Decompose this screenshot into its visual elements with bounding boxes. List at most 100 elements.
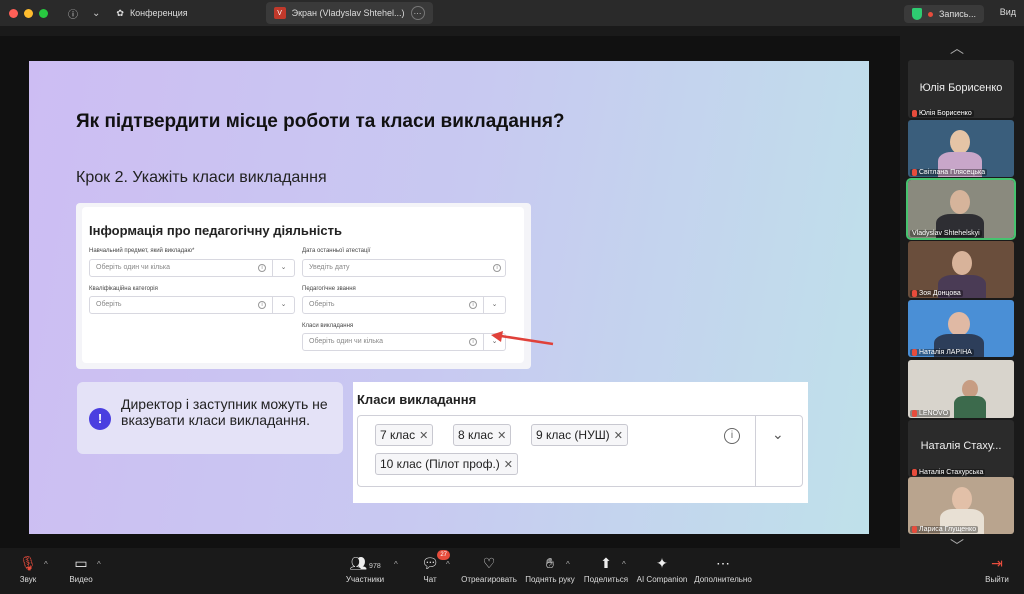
share-button[interactable]: ⬆︎ Поделиться	[583, 554, 629, 584]
chevron-up-icon[interactable]: ^	[566, 560, 570, 569]
chip-label: 7 клас	[380, 428, 416, 442]
category-label: Кваліфікаційна категорія	[89, 286, 158, 292]
camera-icon: ▭	[74, 555, 88, 571]
meeting-toolbar: 🎙︎ Звук ^ ▭ Видео ^ 👥︎ 978 Участники ^ 💬︎…	[0, 548, 1024, 594]
video-face	[948, 312, 970, 336]
recording-indicator[interactable]: Запись...	[903, 5, 984, 23]
mic-off-icon	[912, 469, 917, 476]
participant-tile[interactable]: Наталія Стаху... Наталія Стахурська	[908, 420, 1014, 477]
participant-name: Світлана Плясецька	[919, 169, 986, 176]
audio-button[interactable]: 🎙︎ Звук	[14, 554, 42, 584]
participant-label: Юлія Борисенко	[910, 110, 974, 117]
participants-count: 978	[369, 563, 381, 570]
attestation-label: Дата останньої атестації	[302, 248, 371, 254]
more-icon: ⋯	[716, 555, 730, 571]
leave-button[interactable]: ⇥ Выйти	[984, 554, 1010, 584]
participant-tile[interactable]: Лариса Глущенко	[908, 477, 1014, 534]
raise-hand-label: Поднять руку	[525, 575, 575, 584]
react-button[interactable]: ♡ Отреагировать	[460, 554, 518, 584]
chevron-up-icon[interactable]: ^	[622, 560, 626, 569]
slide-step: Крок 2. Укажіть класи викладання	[76, 169, 327, 186]
participant-tile[interactable]: Юлія Борисенко Юлія Борисенко	[908, 60, 1014, 118]
form-screenshot: Інформація про педагогічну діяльність На…	[76, 203, 531, 369]
ai-label: AI Companion	[636, 575, 688, 584]
chevron-up-icon[interactable]: ^	[44, 560, 48, 569]
video-button[interactable]: ▭ Видео	[64, 554, 98, 584]
participant-label: Зоя Донцова	[910, 290, 963, 297]
info-note: ! Директор і заступник можуть не вказува…	[77, 382, 343, 454]
video-face	[952, 251, 972, 275]
more-label: Дополнительно	[694, 575, 752, 584]
chevron-up-icon[interactable]: ^	[446, 560, 450, 569]
red-arrow-icon	[491, 331, 554, 346]
divider	[755, 416, 756, 486]
chevron-up-icon[interactable]: ︿	[950, 38, 964, 58]
attestation-placeholder: Уведіть дату	[309, 264, 350, 271]
mic-off-icon	[912, 526, 917, 533]
participant-label: Світлана Плясецька	[910, 169, 988, 176]
participant-tile[interactable]: Зоя Донцова	[908, 241, 1014, 298]
ai-companion-button[interactable]: ✦ AI Companion	[636, 554, 688, 584]
classes-multiselect: 7 клас ✕ 8 клас ✕ 9 клас (НУШ) ✕ 10 клас (П…	[357, 415, 803, 487]
chevron-up-icon[interactable]: ^	[97, 560, 101, 569]
participant-label: Vladyslav Shtehelskyi	[910, 230, 982, 237]
rank-placeholder: Оберіть	[309, 301, 335, 308]
close-icon: ✕	[497, 430, 507, 442]
close-window-button[interactable]	[9, 8, 18, 18]
record-dot-icon	[927, 11, 933, 17]
audio-label: Звук	[19, 575, 37, 584]
video-face	[950, 130, 970, 154]
participant-tile[interactable]: Світлана Плясецька	[908, 120, 1014, 177]
info-icon: i	[469, 301, 477, 309]
classes-panel: Класи викладання 7 клас ✕ 8 клас ✕ 9 клас …	[353, 382, 808, 503]
chevron-down-icon[interactable]: ⌄	[92, 8, 100, 19]
heart-icon: ♡	[482, 555, 496, 571]
video-body	[954, 396, 986, 418]
participant-name: Юлія Борисенко	[919, 110, 972, 117]
info-icon: i	[493, 264, 501, 272]
chat-label: Чат	[423, 575, 437, 584]
participant-name: Зоя Донцова	[919, 290, 961, 297]
form-heading: Інформація про педагогічну діяльність	[89, 223, 342, 238]
participant-name: Наталія Стахурська	[919, 469, 984, 476]
category-placeholder: Оберіть	[96, 301, 122, 308]
zoom-window-button[interactable]	[39, 8, 48, 18]
chat-button[interactable]: 💬︎ 27 Чат	[418, 550, 450, 584]
rank-select: Оберіть i ⌄	[302, 296, 506, 314]
category-select: Оберіть i ⌄	[89, 296, 295, 314]
participant-label: Наталія ЛАРІНА	[910, 349, 974, 356]
rank-label: Педагогічне звання	[302, 286, 356, 292]
participant-label: Лариса Глущенко	[910, 526, 979, 533]
subject-placeholder: Оберіть один чи кілька	[96, 264, 171, 271]
mic-off-icon	[912, 169, 917, 176]
minimize-window-button[interactable]	[24, 8, 33, 18]
info-icon: i	[724, 428, 740, 444]
chevron-up-icon[interactable]: ^	[394, 560, 398, 569]
info-icon: i	[258, 264, 266, 272]
chip-label: 10 клас (Пілот проф.)	[380, 457, 500, 471]
more-button[interactable]: ⋯ Дополнительно	[694, 554, 752, 584]
participant-tile-active[interactable]: Vladyslav Shtehelskyi	[906, 178, 1016, 240]
raise-hand-button[interactable]: ✋︎ Поднять руку	[524, 554, 576, 584]
participant-tile[interactable]: LENOVO	[908, 360, 1014, 418]
mic-off-icon	[912, 349, 917, 356]
info-icon[interactable]: ⓘ	[68, 6, 78, 21]
classes-form-label: Класи викладання	[302, 323, 354, 329]
tab-meeting[interactable]: ✿ Конференция	[108, 2, 195, 24]
participant-label: LENOVO	[910, 410, 951, 417]
note-text: Директор і заступник можуть не вказувати…	[121, 396, 328, 428]
participants-button[interactable]: 👥︎ 978 Участники	[342, 554, 388, 584]
chat-badge: 27	[437, 550, 450, 560]
info-icon: i	[258, 301, 266, 309]
mic-off-icon	[912, 290, 917, 297]
video-label: Видео	[69, 575, 93, 584]
participant-tile[interactable]: Наталія ЛАРІНА	[908, 300, 1014, 357]
more-icon[interactable]: ⋯	[410, 6, 425, 20]
people-icon: 👥︎ 978	[349, 555, 381, 571]
view-button[interactable]: Вид	[1000, 7, 1016, 17]
tab-screen-share[interactable]: V Экран (Vladyslav Shtehel...) ⋯	[265, 2, 433, 24]
participant-name: Лариса Глущенко	[919, 526, 977, 533]
recording-label: Запись...	[938, 9, 976, 19]
chip-label: 9 клас (НУШ)	[536, 428, 610, 442]
chip-class-8: 8 клас ✕	[453, 424, 512, 446]
